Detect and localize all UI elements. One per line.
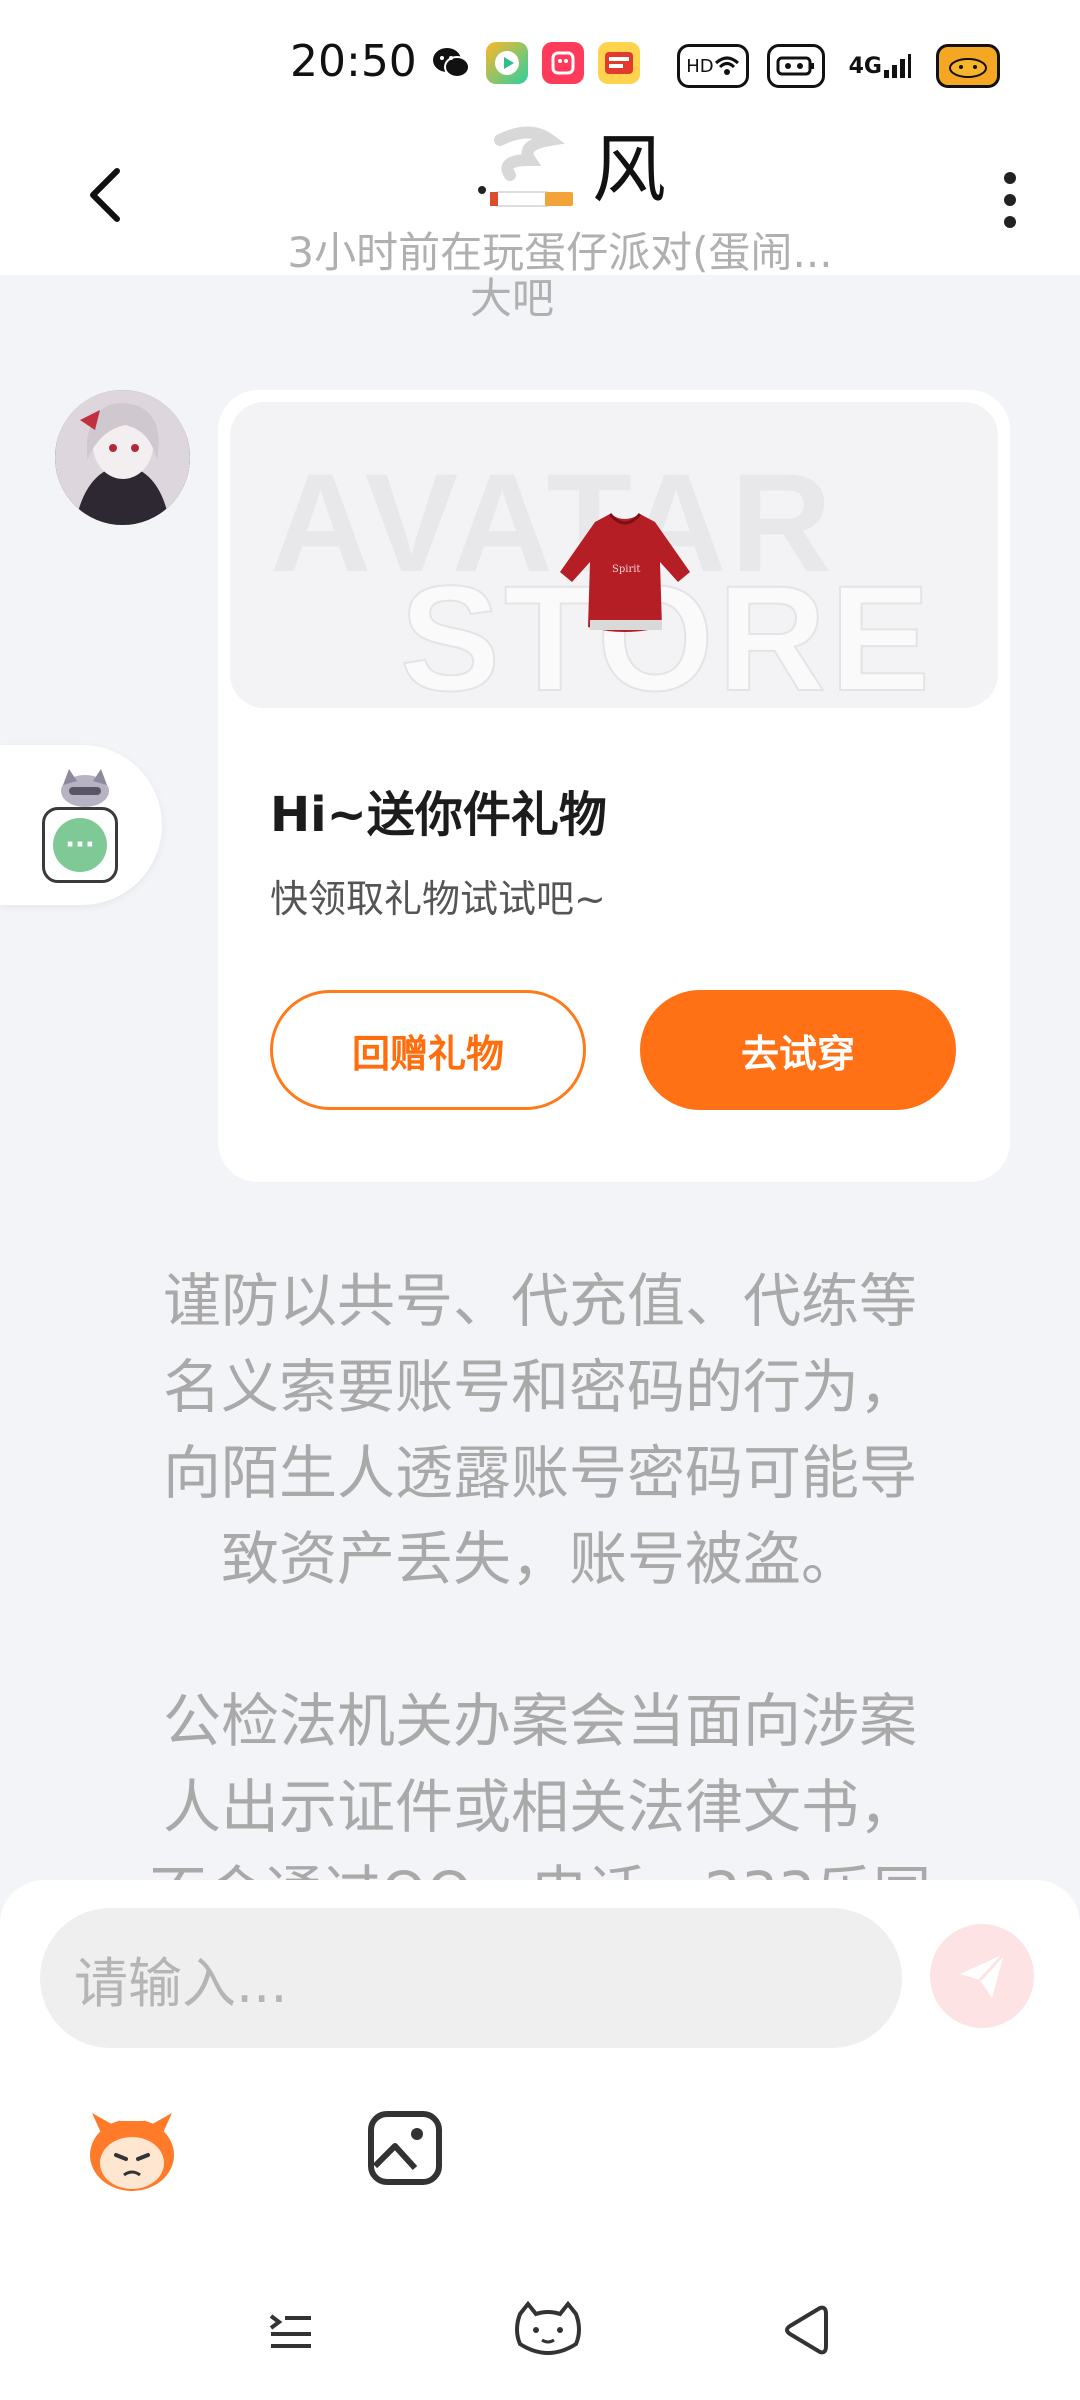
floating-assistant-widget[interactable]: ··· — [0, 745, 162, 905]
send-button[interactable] — [930, 1924, 1034, 2028]
battery-saver-icon — [766, 44, 825, 88]
system-navigation-bar — [0, 2270, 1080, 2400]
status-time: 20:50 — [290, 36, 417, 87]
try-on-button[interactable]: 去试穿 — [640, 990, 956, 1110]
notification-icons — [430, 42, 640, 84]
cigarette-emoji-icon — [478, 126, 573, 207]
gift-banner[interactable]: AVATAR STORE Spirit — [230, 402, 998, 708]
wechat-icon — [430, 42, 472, 84]
sohu-video-icon — [598, 42, 640, 84]
message-input[interactable]: 请输入... — [40, 1908, 902, 2048]
gift-card-title: Hi~送你件礼物 — [270, 787, 607, 843]
battery-icon — [936, 44, 1000, 88]
send-icon — [960, 1952, 1006, 1998]
security-warning: 谨防以共号、代充值、代练等 名义索要账号和密码的行为， 向陌生人透露账号密码可能… — [162, 1267, 917, 1593]
contact-name[interactable]: 风 — [460, 120, 666, 220]
gift-message-card: AVATAR STORE Spirit Hi~送你件礼物 快领取礼物试试吧~ 回… — [218, 390, 1010, 1182]
sender-avatar[interactable] — [55, 390, 190, 525]
chat-header: 风 3小时前在玩蛋仔派对(蛋闹... 大吧 — [0, 120, 1080, 323]
system-icons: HD 4G — [677, 44, 1000, 88]
home-nav-icon[interactable] — [508, 2290, 588, 2370]
menu-nav-icon[interactable] — [250, 2290, 330, 2370]
shopping-app-icon — [542, 42, 584, 84]
contact-status-continued: 大吧 — [470, 274, 555, 323]
more-options-icon[interactable] — [980, 160, 1040, 240]
back-icon[interactable] — [80, 160, 130, 230]
contact-status: 3小时前在玩蛋仔派对(蛋闹... — [287, 228, 833, 277]
status-bar: 20:50 HD 4G — [0, 0, 1080, 120]
return-gift-button[interactable]: 回赠礼物 — [270, 990, 586, 1110]
contact-name-text: 风 — [592, 127, 666, 213]
mascot-icon — [61, 769, 109, 807]
video-app-icon — [486, 42, 528, 84]
emoji-mascot-icon[interactable] — [82, 2105, 182, 2195]
chat-bubble-icon: ··· — [42, 807, 118, 883]
red-sweater-image: Spirit — [560, 513, 690, 632]
gift-card-subtitle: 快领取礼物试试吧~ — [270, 877, 606, 921]
hd-wifi-icon: HD — [677, 44, 749, 88]
back-nav-icon[interactable] — [765, 2290, 845, 2370]
signal-4g-icon: 4G — [843, 47, 918, 85]
image-picker-icon[interactable] — [365, 2108, 445, 2188]
svg-text:Spirit: Spirit — [612, 564, 640, 575]
